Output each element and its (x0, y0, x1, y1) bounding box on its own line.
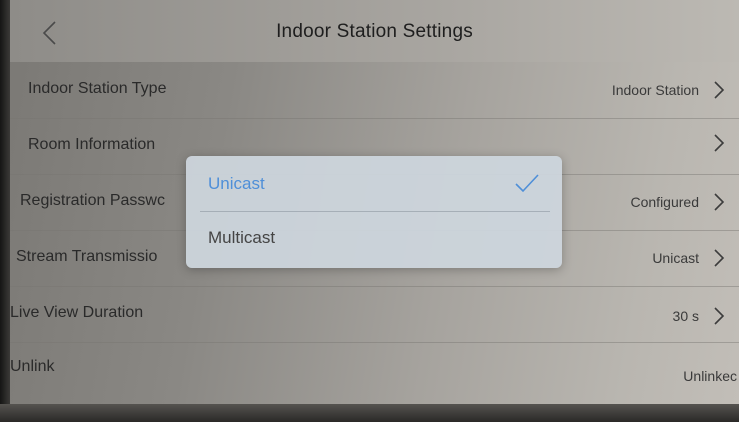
row-label: Live View Duration (10, 304, 144, 321)
device-bezel-bottom (0, 404, 739, 422)
row-unlink[interactable]: Unlink Unlinkec (10, 342, 739, 398)
row-label: Unlink (10, 358, 55, 375)
option-unicast[interactable]: Unicast (186, 156, 562, 211)
row-value: Indoor Station (611, 82, 699, 98)
screen: Indoor Station Settings Indoor Station T… (0, 0, 739, 422)
chevron-right-icon (714, 193, 725, 211)
option-label: Unicast (208, 174, 265, 193)
row-label: Registration Passwc (20, 192, 165, 209)
check-icon (515, 174, 539, 193)
row-label: Stream Transmissio (16, 248, 158, 265)
header-bar: Indoor Station Settings (10, 0, 739, 62)
row-label: Room Information (28, 136, 156, 153)
row-label: Indoor Station Type (28, 80, 167, 97)
chevron-right-icon (714, 307, 725, 325)
row-value: Unicast (652, 250, 699, 266)
stream-mode-popup: Unicast Multicast (186, 156, 562, 268)
row-value: Unlinkec (683, 368, 737, 384)
device-bezel (0, 0, 10, 422)
option-multicast[interactable]: Multicast (186, 212, 562, 267)
row-live-view-duration[interactable]: Live View Duration 30 s (10, 286, 739, 343)
option-label: Multicast (208, 228, 276, 247)
page-title: Indoor Station Settings (276, 21, 473, 42)
row-value: Configured (630, 194, 700, 210)
chevron-right-icon (714, 134, 725, 152)
chevron-right-icon (714, 81, 725, 99)
chevron-right-icon (714, 249, 725, 267)
row-indoor-station-type[interactable]: Indoor Station Type Indoor Station (10, 62, 739, 119)
row-value: 30 s (672, 308, 699, 324)
